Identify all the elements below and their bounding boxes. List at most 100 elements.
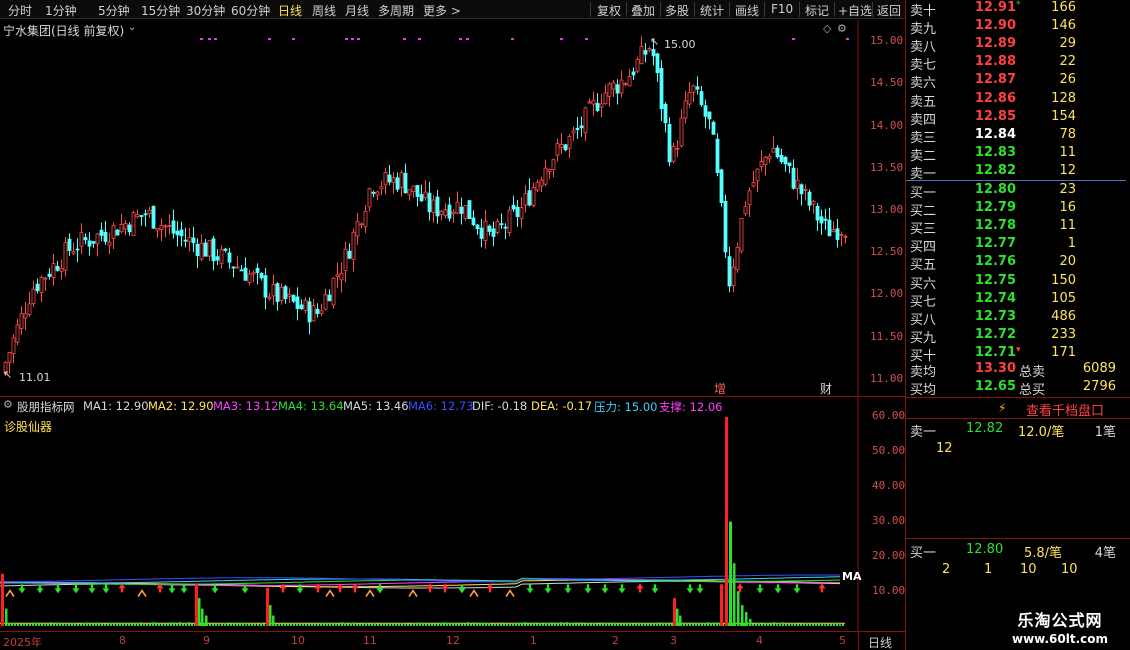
histogram-bar [314,624,316,626]
indicator-panel[interactable]: ⚙ 股朋指标网 MA1: 12.90 MA2: 12.90 MA3: 13.12… [0,396,905,631]
histogram-bar [800,624,802,626]
period-tab-weekly[interactable]: 周线 [312,2,336,19]
bids-level-5[interactable]: 买五 12.76 20 [906,254,1126,272]
toolbar-divider [729,2,730,17]
candle [320,304,323,316]
candle [276,282,279,311]
bids-level-7[interactable]: 买七 12.74 105 [906,291,1126,309]
candle [96,233,99,257]
period-indicator[interactable]: 日线 [858,631,905,650]
asks-level-3[interactable]: 卖八 12.89 29 [906,36,1126,54]
histogram-bar [839,624,841,626]
candle [828,208,831,236]
histogram-bar [656,623,658,626]
candle [448,197,451,221]
candle [384,168,387,194]
asks-level-5[interactable]: 卖六 12.87 26 [906,72,1126,90]
histogram-bar [467,622,469,626]
price-tick: 12.50 [870,245,903,258]
candle [500,214,503,229]
bids-level-9[interactable]: 买九 12.72 233 [906,327,1126,345]
asks-level-2[interactable]: 卖九 12.90 146 [906,18,1126,36]
period-tab-15min[interactable]: 15分钟 [141,2,180,19]
period-tab-more[interactable]: 更多 > [423,2,461,19]
asks-level-9[interactable]: 卖二 12.83 11 [906,145,1126,163]
asks-level-1[interactable]: 卖十 12.91 * 166 [906,0,1126,18]
candle [688,82,691,108]
mark-button[interactable]: 标记 [805,2,829,19]
level-price: 12.89 [974,36,1016,51]
histogram-bar [350,623,352,626]
bids-level-1[interactable]: 买一 12.80 23 [906,182,1126,200]
overlay-button[interactable]: 叠加 [631,2,655,19]
indicator-plot[interactable] [0,397,905,632]
candle [196,238,199,268]
histogram-bar [791,624,793,626]
fuquan-button[interactable]: 复权 [597,2,621,19]
asks-level-10[interactable]: 卖一 12.82 12 [906,163,1126,181]
level-volume: 128 [1026,91,1076,106]
asks-level-4[interactable]: 卖七 12.88 22 [906,54,1126,72]
period-tab-1min[interactable]: 1分钟 [45,2,77,19]
period-tab-30min[interactable]: 30分钟 [186,2,225,19]
histogram-bar [95,623,97,626]
period-tab-monthly[interactable]: 月线 [345,2,369,19]
asks-level-6[interactable]: 卖五 12.86 128 [906,91,1126,109]
event-tag-zeng[interactable]: 增 [714,380,726,397]
signal-dot [200,38,203,40]
bids-level-3[interactable]: 买三 12.78 11 [906,218,1126,236]
sell-arrow-icon [652,584,659,593]
period-tab-multi[interactable]: 多周期 [378,2,414,19]
high-arrow-icon: ↖ [650,35,659,48]
level-price: 12.82 [974,163,1016,178]
histogram-bar [353,622,355,626]
histogram-bar [326,623,328,626]
f10-button[interactable]: F10 [771,2,793,16]
candle [372,190,375,197]
candle [484,210,487,249]
event-tag-cai[interactable]: 财 [820,380,832,397]
period-tab-60min[interactable]: 60分钟 [231,2,270,19]
histogram-bar [374,623,376,626]
histogram-bar [782,622,784,626]
bids-level-2[interactable]: 买二 12.79 16 [906,200,1126,218]
detail-orderbook-link[interactable]: 查看千档盘口 [1026,400,1104,419]
bids-level-6[interactable]: 买六 12.75 150 [906,273,1126,291]
low-arrow-icon: ↖ [3,368,12,381]
date-label: 11 [363,634,377,647]
bids-level-8[interactable]: 买八 12.73 486 [906,309,1126,327]
indicator-dif: DIF: -0.18 [472,399,527,413]
candle [172,210,175,239]
buy-arrow-icon [280,583,287,592]
candlestick-chart[interactable]: 宁水集团(日线 前复权) ⌄ ◇ ⚙ 15.00 14.50 14.00 13.… [0,20,905,396]
histogram-bar [290,623,292,626]
asks-level-8[interactable]: 卖三 12.84 78 [906,127,1126,145]
histogram-bar [599,624,601,626]
histogram-bar [110,623,112,626]
sell-arrow-icon [619,584,626,593]
candle [252,270,255,282]
indicator-settings-icon[interactable]: ⚙ [3,398,13,411]
multi-stock-button[interactable]: 多股 [665,2,689,19]
asks-level-7[interactable]: 卖四 12.85 154 [906,109,1126,127]
candle [492,221,495,246]
bids-level-4[interactable]: 买四 12.77 1 [906,236,1126,254]
statistics-button[interactable]: 统计 [700,2,724,19]
settings-icon[interactable]: ⚙ [837,22,847,35]
period-tab-5min[interactable]: 5分钟 [98,2,130,19]
candle [396,173,399,193]
add-watchlist-button[interactable]: +自选 [838,2,872,19]
sell-arrow-icon [757,584,764,593]
period-tab-daily[interactable]: 日线 [278,2,302,19]
back-button[interactable]: 返回 [877,2,901,19]
histogram-bar [824,624,826,626]
dropdown-chevron-icon[interactable]: ⌄ [128,22,136,33]
date-label: 9 [203,634,210,647]
candlestick-plot[interactable] [0,20,905,396]
indicator-ma4: MA4: 13.64 [278,399,344,413]
candle [584,107,587,141]
draw-line-button[interactable]: 画线 [735,2,759,19]
level-volume: 171 [1026,345,1076,360]
period-tab-fenshi[interactable]: 分时 [8,2,32,19]
level-volume: 105 [1026,291,1076,306]
